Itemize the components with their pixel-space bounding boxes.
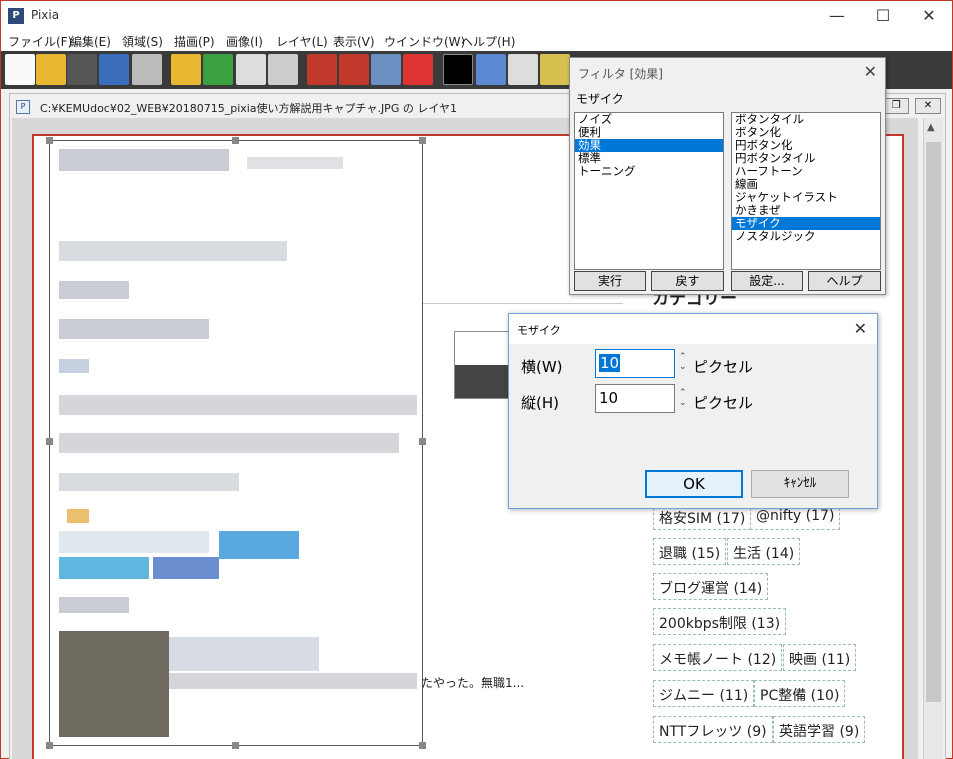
width-value: 10 — [599, 354, 621, 372]
selection-handle[interactable] — [419, 742, 426, 749]
back-button[interactable]: 戻す — [651, 271, 724, 291]
minimize-button[interactable]: — — [814, 1, 860, 31]
height-spinner[interactable]: ⌃ ⌄ — [679, 388, 687, 408]
selection-handle[interactable] — [46, 137, 53, 144]
menu-edit[interactable]: 編集(E) — [70, 33, 111, 50]
selection-handle[interactable] — [46, 742, 53, 749]
height-unit: ピクセル — [693, 394, 754, 412]
menu-region[interactable]: 領域(S) — [122, 33, 163, 50]
mosaic-dialog-titlebar: モザイク ✕ — [509, 314, 877, 344]
document-close-button[interactable]: ✕ — [915, 98, 941, 114]
selection-handle[interactable] — [46, 438, 53, 445]
pixia-app-icon: P — [8, 8, 24, 24]
width-unit: ピクセル — [693, 358, 754, 376]
list-item[interactable]: ノスタルジック — [732, 230, 880, 243]
selection-handle[interactable] — [232, 137, 239, 144]
selection-handle[interactable] — [232, 742, 239, 749]
width-spinner[interactable]: ⌃ ⌄ — [679, 352, 687, 372]
redo-icon[interactable] — [203, 54, 233, 85]
palette-icon[interactable] — [540, 54, 570, 85]
new-file-icon[interactable] — [5, 54, 35, 85]
layer-icon[interactable] — [476, 54, 506, 85]
undo-icon[interactable] — [171, 54, 201, 85]
category-tag[interactable]: PC整備 (10) — [754, 680, 846, 707]
document-title: C:¥KEMUdoc¥02_WEB¥20180715_pixia使い方解説用キャ… — [40, 102, 458, 115]
paste-icon[interactable] — [268, 54, 298, 85]
help-button[interactable]: ヘルプ — [808, 271, 881, 291]
magnifier-icon[interactable] — [371, 54, 401, 85]
settings-button[interactable]: 設定... — [731, 271, 803, 291]
menu-image[interactable]: 画像(I) — [226, 33, 263, 50]
list-item[interactable]: トーニング — [575, 165, 723, 178]
filter-dialog: フィルタ [効果] ✕ モザイク ノイズ 便利 効果 標準 トーニング ボタンタ… — [569, 57, 886, 295]
filter-close-button[interactable]: ✕ — [864, 62, 877, 81]
menu-view[interactable]: 表示(V) — [333, 33, 375, 50]
menu-bar: ファイル(F) 編集(E) 領域(S) 描画(P) 画像(I) レイヤ(L) 表… — [1, 31, 952, 51]
print-icon[interactable] — [132, 54, 162, 85]
filter-category-list[interactable]: ノイズ 便利 効果 標準 トーニング — [574, 112, 724, 270]
post-snippet: たやった。無職1... — [421, 676, 525, 690]
camera-icon[interactable] — [67, 54, 97, 85]
pen-tool-thumbnail — [454, 331, 514, 399]
height-value: 10 — [599, 389, 619, 407]
divider — [423, 303, 623, 304]
cancel-button[interactable]: ｷｬﾝｾﾙ — [751, 470, 849, 498]
filter-dialog-title: フィルタ [効果] — [578, 67, 663, 81]
mosaic-dialog: モザイク ✕ 横(W) 10 ⌃ ⌄ ピクセル 縦(H) 10 ⌃ ⌄ ピクセル O… — [508, 313, 878, 509]
brush-icon[interactable] — [339, 54, 369, 85]
color-swatch-icon[interactable] — [443, 54, 473, 85]
menu-help[interactable]: ヘルプ(H) — [461, 33, 515, 50]
width-input[interactable]: 10 — [595, 349, 675, 378]
category-tag[interactable]: 200kbps制限 (13) — [653, 608, 787, 635]
copy-icon[interactable] — [236, 54, 266, 85]
rotate-icon[interactable] — [508, 54, 538, 85]
open-folder-icon[interactable] — [36, 54, 66, 85]
category-tag[interactable]: ブログ運営 (14) — [653, 573, 769, 600]
document-icon: P — [16, 100, 30, 114]
maximize-button[interactable]: ☐ — [860, 1, 906, 31]
menu-window[interactable]: ウインドウ(W) — [384, 33, 465, 50]
category-tag[interactable]: 映画 (11) — [783, 644, 857, 671]
execute-button[interactable]: 実行 — [574, 271, 646, 291]
scroll-thumb[interactable] — [926, 142, 941, 702]
filter-dialog-subtitle: モザイク — [576, 92, 624, 106]
document-controls: ❐ ✕ — [881, 97, 941, 114]
category-tag[interactable]: ジムニー (11) — [653, 680, 755, 707]
save-icon[interactable] — [99, 54, 129, 85]
category-tag[interactable]: NTTフレッツ (9) — [653, 716, 773, 743]
menu-layer[interactable]: レイヤ(L) — [276, 33, 328, 50]
width-label: 横(W) — [521, 358, 563, 376]
scroll-up-icon[interactable]: ▲ — [927, 122, 935, 133]
selection-handle[interactable] — [419, 438, 426, 445]
menu-file[interactable]: ファイル(F) — [8, 33, 72, 50]
pen-icon[interactable] — [307, 54, 337, 85]
category-tag[interactable]: 英語学習 (9) — [773, 716, 866, 743]
selection-handle[interactable] — [419, 137, 426, 144]
document-restore-button[interactable]: ❐ — [883, 98, 910, 114]
filter-effect-list[interactable]: ボタンタイル ボタン化 円ボタン化 円ボタンタイル ハーフトーン 線画 ジャケッ… — [731, 112, 881, 270]
pixia-main-window: P Pixia — ☐ ✕ ファイル(F) 編集(E) 領域(S) 描画(P) … — [0, 0, 953, 759]
title-bar: P Pixia — ☐ ✕ — [1, 1, 952, 31]
text-icon[interactable] — [403, 54, 433, 85]
height-input[interactable]: 10 — [595, 384, 675, 413]
close-button[interactable]: ✕ — [906, 1, 952, 31]
app-title: Pixia — [31, 8, 60, 22]
category-tag[interactable]: メモ帳ノート (12) — [653, 644, 783, 671]
selection-rectangle[interactable] — [49, 140, 423, 746]
height-label: 縦(H) — [521, 394, 559, 412]
ok-button[interactable]: OK — [645, 470, 743, 498]
category-tag[interactable]: 生活 (14) — [727, 538, 801, 565]
vertical-scrollbar[interactable]: ▲ — [923, 118, 943, 759]
mosaic-dialog-title: モザイク — [517, 324, 561, 337]
mosaic-close-button[interactable]: ✕ — [854, 319, 867, 338]
menu-draw[interactable]: 描画(P) — [174, 33, 215, 50]
category-tag[interactable]: 退職 (15) — [653, 538, 727, 565]
